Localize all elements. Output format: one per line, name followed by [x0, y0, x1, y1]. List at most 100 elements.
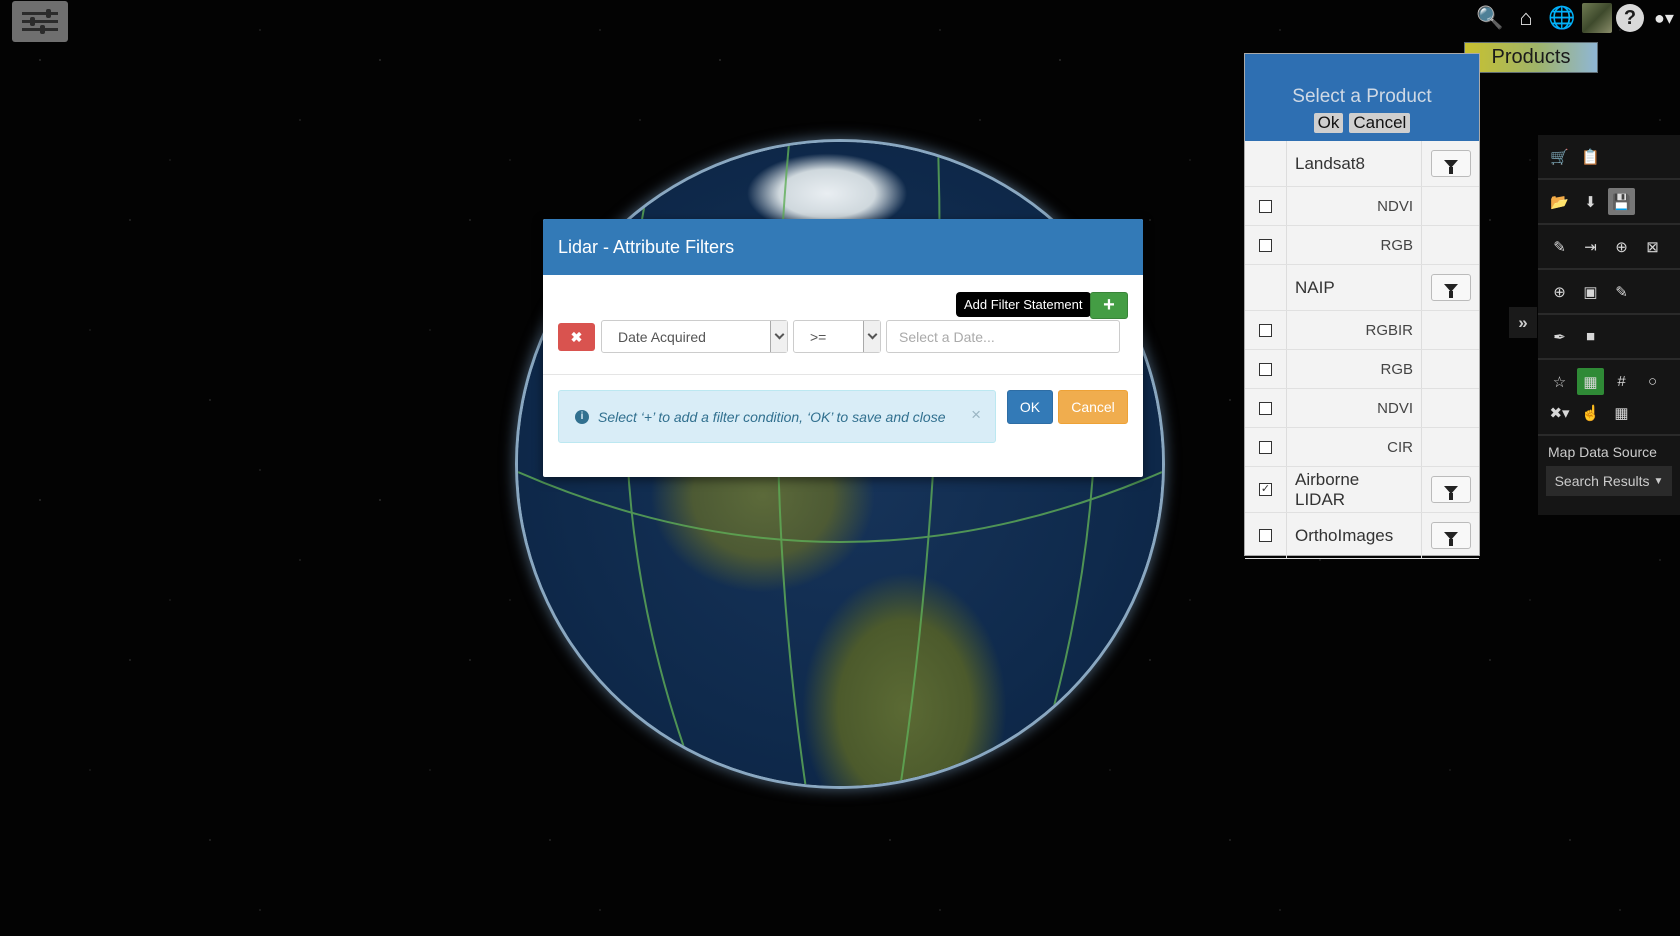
- product-label: Landsat8: [1287, 141, 1422, 186]
- stop-icon[interactable]: ■: [1577, 323, 1604, 350]
- product-row: NAIP: [1245, 265, 1479, 311]
- crosshairs-icon[interactable]: ⊕: [1608, 233, 1635, 260]
- filter-icon: [1443, 283, 1458, 298]
- product-checkbox[interactable]: [1259, 238, 1272, 252]
- side-tool-panel: 🛒 📋 📂 ⬇ 💾 ✎ ⇥ ⊕ ⊠ ⊕ ▣ ✎ ✒ ■ ☆ ▦ # ○ ✖▾ ☝…: [1538, 135, 1680, 515]
- globe-icon[interactable]: 🌐: [1546, 2, 1578, 34]
- product-label: NDVI: [1287, 389, 1422, 427]
- info-alert-text: Select ‘+’ to add a filter condition, ‘O…: [598, 408, 946, 425]
- circle-icon[interactable]: ○: [1639, 368, 1666, 395]
- product-row: RGBIR: [1245, 311, 1479, 350]
- product-panel: Select a Product Ok Cancel Landsat8 NDVI R…: [1244, 53, 1480, 559]
- product-filter-button[interactable]: [1430, 274, 1471, 301]
- picture-icon[interactable]: ▣: [1577, 278, 1604, 305]
- download-icon[interactable]: ⬇: [1577, 188, 1604, 215]
- hashtag-icon[interactable]: #: [1608, 368, 1635, 395]
- map-icon[interactable]: ▦: [1608, 399, 1635, 426]
- search-results-label: Search Results: [1554, 473, 1650, 489]
- product-checkbox[interactable]: [1259, 362, 1272, 376]
- search-icon[interactable]: 🔍: [1474, 2, 1506, 34]
- pencil-icon[interactable]: ✎: [1546, 233, 1573, 260]
- product-checkbox[interactable]: [1259, 401, 1272, 415]
- chevron-down-icon: [863, 321, 880, 352]
- product-label: OrthoImages: [1287, 513, 1422, 558]
- cart-icon[interactable]: 🛒: [1546, 143, 1573, 170]
- chevron-down-icon: [770, 321, 787, 352]
- close-alert-icon[interactable]: ×: [971, 405, 981, 425]
- add-filter-button[interactable]: +: [1090, 292, 1128, 319]
- product-label: NAIP: [1287, 265, 1422, 310]
- help-icon[interactable]: ?: [1616, 4, 1644, 32]
- clipboard-icon[interactable]: 📋: [1577, 143, 1604, 170]
- hand-pointer-icon[interactable]: ☝: [1577, 399, 1604, 426]
- main-menu-button[interactable]: [12, 1, 68, 42]
- product-row: ✓ Airborne LIDAR: [1245, 467, 1479, 513]
- product-filter-button[interactable]: [1430, 522, 1471, 549]
- product-label: NDVI: [1287, 187, 1422, 225]
- product-row: NDVI: [1245, 187, 1479, 226]
- user-icon[interactable]: ●▾: [1648, 2, 1680, 34]
- product-row: RGB: [1245, 350, 1479, 389]
- date-input[interactable]: [886, 320, 1120, 353]
- layers-dropdown-icon[interactable]: ✖▾: [1546, 399, 1573, 426]
- folder-open-icon[interactable]: 📂: [1546, 188, 1573, 215]
- product-cancel-button[interactable]: Cancel: [1349, 113, 1411, 133]
- product-checkbox[interactable]: [1259, 440, 1272, 454]
- product-filter-button[interactable]: [1430, 476, 1471, 503]
- operator-select[interactable]: >=: [793, 320, 881, 353]
- product-row: Landsat8: [1245, 141, 1479, 187]
- filter-icon: [1443, 159, 1458, 174]
- product-panel-header: Select a Product Ok Cancel: [1245, 54, 1479, 141]
- product-label: CIR: [1287, 428, 1422, 466]
- star-icon[interactable]: ☆: [1546, 368, 1573, 395]
- product-filter-button[interactable]: [1430, 150, 1471, 177]
- product-row: CIR: [1245, 428, 1479, 467]
- products-tab[interactable]: Products: [1464, 42, 1598, 73]
- sign-in-icon[interactable]: ⇥: [1577, 233, 1604, 260]
- modal-title: Lidar - Attribute Filters: [543, 219, 1143, 275]
- slider-bar-icon: [22, 9, 58, 18]
- cancel-button[interactable]: Cancel: [1058, 390, 1128, 424]
- product-panel-title: Select a Product: [1292, 86, 1432, 107]
- zoom-in-icon[interactable]: ⊕: [1546, 278, 1573, 305]
- close-box-icon[interactable]: ⊠: [1639, 233, 1666, 260]
- grid-icon[interactable]: ▦: [1577, 368, 1604, 395]
- filter-icon: [1443, 531, 1458, 546]
- product-row: OrthoImages: [1245, 513, 1479, 559]
- ok-button[interactable]: OK: [1007, 390, 1053, 424]
- brush-icon[interactable]: ✒: [1546, 323, 1573, 350]
- save-icon[interactable]: 💾: [1608, 188, 1635, 215]
- product-row: RGB: [1245, 226, 1479, 265]
- add-filter-tooltip: Add Filter Statement: [956, 292, 1095, 317]
- product-checkbox[interactable]: [1259, 323, 1272, 337]
- attribute-select[interactable]: Date Acquired: [601, 320, 788, 353]
- attribute-filters-modal: Lidar - Attribute Filters Add Filter Sta…: [543, 219, 1143, 477]
- remove-filter-button[interactable]: ✖: [558, 323, 595, 351]
- info-alert: i Select ‘+’ to add a filter condition, …: [558, 390, 996, 443]
- attribute-select-value: Date Acquired: [618, 328, 706, 345]
- product-list: Landsat8 NDVI RGB NAIP RGBIR RGB NDVI CIR ✓ Airbo…: [1245, 141, 1479, 559]
- edit-icon[interactable]: ✎: [1608, 278, 1635, 305]
- product-label: RGB: [1287, 350, 1422, 388]
- map-data-source-label: Map Data Source: [1548, 444, 1657, 460]
- imagery-icon[interactable]: [1582, 3, 1612, 33]
- slider-bar-icon: [22, 17, 58, 26]
- info-icon: i: [575, 409, 589, 424]
- product-label: RGB: [1287, 226, 1422, 264]
- modal-divider: [543, 374, 1143, 375]
- close-icon: ✖: [570, 328, 583, 345]
- product-checkbox[interactable]: [1259, 529, 1272, 542]
- home-icon[interactable]: ⌂: [1510, 2, 1542, 34]
- top-toolbar: 🔍 ⌂ 🌐 ? ●▾: [1474, 2, 1680, 34]
- search-results-dropdown[interactable]: Search Results ▼: [1546, 466, 1672, 496]
- product-label: Airborne LIDAR: [1287, 467, 1422, 512]
- product-checkbox[interactable]: ✓: [1259, 483, 1272, 496]
- product-checkbox[interactable]: [1259, 199, 1272, 213]
- expand-panel-button[interactable]: »: [1509, 307, 1537, 338]
- caret-down-icon: ▼: [1653, 475, 1664, 487]
- filter-icon: [1443, 485, 1458, 500]
- slider-bar-icon: [22, 25, 58, 34]
- product-row: NDVI: [1245, 389, 1479, 428]
- operator-select-value: >=: [810, 328, 827, 345]
- product-ok-button[interactable]: Ok: [1313, 113, 1344, 133]
